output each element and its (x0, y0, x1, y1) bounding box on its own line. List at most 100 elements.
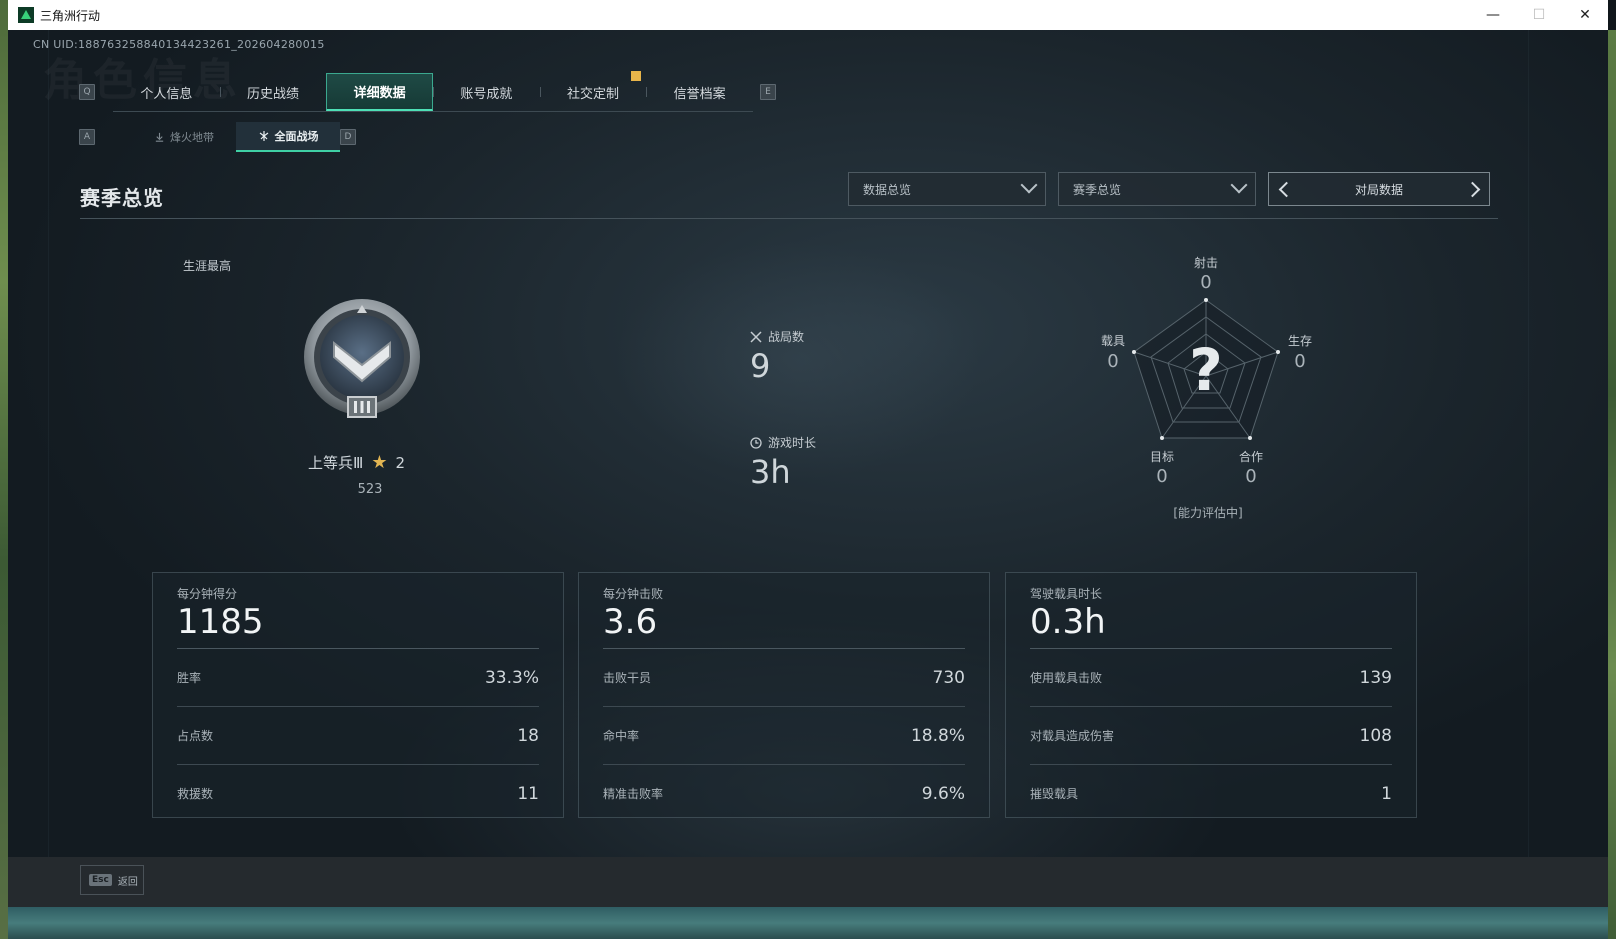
flame-zone-icon (155, 132, 164, 142)
card-head-value: 1185 (177, 602, 264, 642)
notification-marker-icon (631, 71, 641, 81)
stat-row: 击败干员 730 (603, 649, 965, 707)
card-head-label: 每分钟击败 (603, 587, 664, 601)
section-divider (80, 218, 1498, 219)
radar-value-vehicle: 0 (1107, 351, 1119, 372)
back-button[interactable]: Esc 返回 (80, 865, 144, 895)
stat-value: 9.6% (921, 783, 965, 804)
key-hint-d: D (340, 129, 356, 145)
subtab-label: 烽火地带 (170, 131, 214, 144)
dropdown-value: 数据总览 (863, 182, 912, 197)
window-controls: — ☐ ✕ (1470, 0, 1608, 30)
tab-label: 历史战绩 (246, 86, 299, 102)
tab-credit-record[interactable]: 信誉档案 (646, 73, 753, 111)
data-overview-dropdown[interactable]: 数据总览 (848, 172, 1046, 206)
desktop-right-edge (1608, 30, 1616, 939)
battlefield-icon (259, 131, 268, 141)
chevron-down-icon (1230, 176, 1248, 194)
stat-row: 使用载具击败 139 (1030, 649, 1392, 707)
stat-row: 救援数 11 (177, 765, 539, 822)
stat-label: 胜率 (177, 671, 202, 685)
stat-value: 33.3% (484, 667, 539, 688)
stat-value: 730 (932, 667, 965, 688)
close-button[interactable]: ✕ (1562, 0, 1608, 30)
tab-label: 个人信息 (140, 86, 193, 102)
card-head-value: 0.3h (1030, 602, 1106, 642)
radar-value-objective: 0 (1156, 466, 1168, 487)
radar-label-objective: 目标 (1149, 450, 1174, 464)
tab-achievements[interactable]: 账号成就 (433, 73, 540, 111)
rank-badge-icon (304, 299, 420, 418)
card-head-value: 3.6 (603, 602, 658, 642)
stat-label: 命中率 (603, 729, 640, 743)
stat-row: 胜率 33.3% (177, 649, 539, 707)
stat-label: 摧毁载具 (1030, 787, 1079, 801)
radar-label-shoot: 射击 (1193, 256, 1218, 270)
season-overview-dropdown[interactable]: 赛季总览 (1058, 172, 1256, 206)
card-head-label: 驾驶载具时长 (1030, 587, 1103, 601)
crossed-swords-icon (750, 330, 762, 343)
player-uid: CN UID:1887632588401344232​61_2026042800… (33, 38, 325, 51)
playtime-stat: 游戏时长 3h (750, 434, 816, 491)
tab-label: 账号成就 (460, 86, 513, 102)
back-label: 返回 (117, 876, 138, 888)
stat-label: 精准击败率 (603, 787, 664, 801)
subtab-flame-zone[interactable]: 烽火地带 (132, 122, 236, 152)
window-title: 三角洲行动 (40, 8, 101, 23)
bottom-bar (8, 857, 1608, 907)
stat-value: 18 (517, 725, 539, 746)
stat-label: 击败干员 (603, 671, 652, 685)
radar-value-coop: 0 (1245, 466, 1257, 487)
star-icon: ★ (371, 452, 388, 473)
game-viewport: 角色信息 CN UID:1887632588401344232​61_20260… (8, 30, 1608, 939)
tab-label: 信誉档案 (673, 86, 726, 102)
radar-label-coop: 合作 (1238, 450, 1263, 464)
radar-value-shoot: 0 (1200, 272, 1212, 293)
rank-name-row: 上等兵Ⅲ ★ 2 (308, 452, 405, 473)
tab-detailed-data[interactable]: 详细数据 (326, 73, 433, 111)
ability-evaluating-note: [能力评估中] (1173, 506, 1243, 520)
key-hint-q: Q (79, 84, 95, 100)
stat-value: 108 (1359, 725, 1392, 746)
card-head-label: 每分钟得分 (177, 587, 238, 601)
main-tabs: 个人信息 历史战绩 详细数据 账号成就 社交定制 信誉档案 (113, 73, 753, 112)
key-hint-e: E (760, 84, 776, 100)
game-world-strip (8, 907, 1608, 939)
decor-line (48, 30, 49, 939)
app-logo-icon (18, 7, 34, 23)
stat-card-vehicle: 驾驶载具时长 0.3h 使用载具击败 139 对载具造成伤害 108 摧毁载具 1 (1005, 572, 1417, 818)
matches-stat: 战局数 9 (750, 328, 804, 385)
tab-label: 社交定制 (566, 86, 619, 102)
tab-personal-info[interactable]: 个人信息 (113, 73, 220, 111)
stat-label: 救援数 (177, 787, 214, 801)
playtime-label: 游戏时长 (768, 436, 817, 450)
stat-label: 使用载具击败 (1030, 671, 1103, 685)
chevron-down-icon (1020, 176, 1038, 194)
stat-label: 对载具造成伤害 (1030, 729, 1115, 743)
radar-value-survive: 0 (1294, 351, 1306, 372)
stat-value: 1 (1381, 783, 1392, 804)
subtab-battlefield[interactable]: 全面战场 (236, 122, 340, 152)
decor-line (1528, 30, 1529, 939)
stat-card-score: 每分钟得分 1185 胜率 33.3% 占点数 18 救援数 11 (152, 572, 564, 818)
tab-label: 详细数据 (353, 86, 406, 101)
mode-subtabs: 烽火地带 全面战场 (132, 122, 340, 152)
stat-row: 占点数 18 (177, 707, 539, 765)
section-title: 赛季总览 (80, 186, 164, 210)
maximize-button[interactable]: ☐ (1516, 0, 1562, 30)
prev-page-button[interactable] (1273, 173, 1299, 205)
rank-stars: 2 (395, 453, 406, 472)
subtab-label: 全面战场 (274, 130, 319, 143)
ability-radar: ? 射击 0 载具 0 生存 0 目标 0 合作 0 (1088, 248, 1328, 528)
stat-value: 139 (1359, 667, 1392, 688)
stat-card-kills: 每分钟击败 3.6 击败干员 730 命中率 18.8% 精准击败率 9.6% (578, 572, 990, 818)
match-data-pager: 对局数据 (1268, 172, 1490, 206)
radar-unknown-icon: ? (1189, 336, 1223, 404)
rank-name: 上等兵Ⅲ (308, 454, 364, 472)
next-page-button[interactable] (1459, 173, 1485, 205)
tab-match-history[interactable]: 历史战绩 (219, 73, 327, 111)
desktop-left-edge (0, 0, 8, 939)
stat-value: 11 (517, 783, 539, 804)
playtime-value: 3h (750, 453, 791, 491)
minimize-button[interactable]: — (1470, 0, 1516, 30)
